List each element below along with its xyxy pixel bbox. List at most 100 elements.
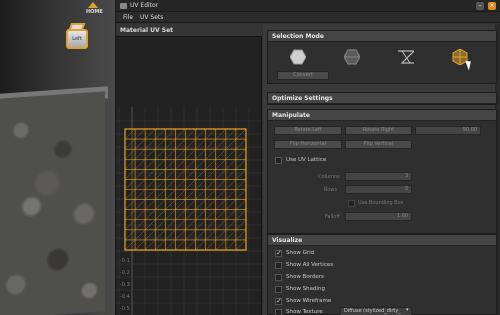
rows-label: Rows <box>324 187 338 193</box>
uv-axis-label: -0.5 <box>120 306 130 312</box>
show-shading-checkbox[interactable] <box>275 286 282 293</box>
texture-select[interactable]: Diffuse (stylized_dirty_ <box>340 307 412 315</box>
rows-field[interactable]: 3 <box>345 185 412 194</box>
uv-edge-diagonal <box>205 149 216 160</box>
uv-edge-diagonal <box>165 189 176 200</box>
uv-edge-diagonal <box>215 179 226 190</box>
title-bar[interactable]: UV Editor – × <box>116 0 500 12</box>
uv-edge-diagonal <box>155 199 166 210</box>
uv-axis-label: -0.1 <box>120 258 130 264</box>
columns-label: Columns <box>318 174 340 180</box>
uv-edge-diagonal <box>155 209 166 220</box>
rock-block-mesh <box>0 91 105 315</box>
navcube-left-face[interactable]: Left <box>66 29 88 49</box>
uv-edge-diagonal <box>215 189 226 200</box>
uv-axis-label: -0.3 <box>120 282 130 288</box>
uv-edge-diagonal <box>145 189 156 200</box>
visualize-header[interactable]: Visualize <box>268 235 496 246</box>
uv-edge-diagonal <box>165 229 176 241</box>
uv-edge-diagonal <box>124 169 136 180</box>
falloff-field[interactable]: 1.00 <box>345 212 412 221</box>
window-app-icon <box>120 3 127 9</box>
uv-axis-label: -0.4 <box>120 294 130 300</box>
uv-edge-diagonal <box>134 239 146 251</box>
uv-edge-diagonal <box>165 179 176 190</box>
uv-edge-diagonal <box>134 169 146 180</box>
show-grid-label: Show Grid <box>286 250 315 256</box>
uv-edge-diagonal <box>205 189 216 200</box>
3d-viewport[interactable]: Left HOME <box>0 0 115 315</box>
uv-grid-svg[interactable]: -0.1-0.2-0.3-0.4-0.5-0.6 <box>116 37 262 315</box>
uv-edge-diagonal <box>215 159 226 170</box>
uv-edge-diagonal <box>185 209 196 220</box>
minimize-icon[interactable]: – <box>476 2 484 10</box>
show-grid-checkbox[interactable] <box>275 249 282 257</box>
menu-file[interactable]: File <box>123 14 133 21</box>
uv-panel: Material UV Set -0.1-0.2-0.3-0.4-0.5-0.6 <box>116 24 262 315</box>
uv-edge-diagonal <box>165 209 176 220</box>
uv-edge-diagonal <box>205 159 216 170</box>
edge-mode-icon[interactable] <box>344 49 360 65</box>
rotate-left-button[interactable]: Rotate Left <box>274 126 342 135</box>
uv-edge-diagonal <box>155 149 166 160</box>
optimize-settings-section: Optimize Settings <box>267 92 497 105</box>
columns-field[interactable]: 3 <box>345 172 412 181</box>
use-lattice-checkbox[interactable] <box>275 157 282 164</box>
show-borders-label: Show Borders <box>286 274 324 280</box>
uv-edge-diagonal <box>185 199 196 210</box>
vertex-mode-icon[interactable] <box>290 49 306 65</box>
home-label[interactable]: HOME <box>86 9 103 15</box>
show-all-vertices-checkbox[interactable] <box>275 262 282 269</box>
show-wireframe-label: Show Wireframe <box>286 298 332 304</box>
close-icon[interactable]: × <box>488 2 496 10</box>
uv-edge-diagonal <box>165 149 176 160</box>
uv-edge-diagonal <box>225 138 237 150</box>
uv-axis-label: -0.2 <box>120 270 130 276</box>
window-title: UV Editor <box>130 2 159 9</box>
uv-edge-diagonal <box>145 149 156 160</box>
face-mode-icon[interactable] <box>398 49 414 65</box>
manipulate-header[interactable]: Manipulate <box>268 110 496 121</box>
uv-edge-diagonal <box>165 199 176 210</box>
uv-panel-header: Material UV Set <box>116 24 262 37</box>
visualize-section: Visualize Show Grid Show All Vertices Sh… <box>267 234 497 315</box>
uv-edge-diagonal <box>225 199 237 210</box>
uv-edge-diagonal <box>124 149 136 160</box>
uv-edge-diagonal <box>134 179 146 190</box>
selection-mode-header[interactable]: Selection Mode <box>268 31 496 42</box>
convert-button[interactable]: Convert <box>277 71 329 80</box>
uv-edge-diagonal <box>145 159 156 170</box>
uv-edge-diagonal <box>155 169 166 180</box>
uv-edge-diagonal <box>134 189 146 200</box>
uv-edge-diagonal <box>155 179 166 190</box>
uv-edge-diagonal <box>145 199 156 210</box>
uv-edge-diagonal <box>205 239 216 251</box>
uv-edge-diagonal <box>205 209 216 220</box>
rotate-angle-field[interactable]: 90.00 <box>415 126 481 135</box>
menu-uv-sets[interactable]: UV Sets <box>140 14 163 21</box>
show-texture-checkbox[interactable] <box>275 309 282 315</box>
rotate-right-button[interactable]: Rotate Right <box>345 126 412 135</box>
optimize-settings-header[interactable]: Optimize Settings <box>268 93 496 104</box>
uv-edge-diagonal <box>235 229 247 241</box>
uv-edge-diagonal <box>215 229 226 241</box>
uv-edge-diagonal <box>215 138 226 150</box>
flip-vertical-button[interactable]: Flip Vertical <box>345 140 412 149</box>
show-borders-checkbox[interactable] <box>275 274 282 281</box>
uv-edge-diagonal <box>134 159 146 170</box>
uv-edge-diagonal <box>145 138 156 150</box>
bounding-box-checkbox[interactable] <box>348 200 355 207</box>
home-icon[interactable] <box>88 2 98 8</box>
uv-edge-diagonal <box>124 189 136 200</box>
flip-horizontal-button[interactable]: Flip Horizontal <box>274 140 342 149</box>
show-wireframe-checkbox[interactable] <box>275 297 282 305</box>
uv-edge-diagonal <box>124 209 136 220</box>
uv-edge-diagonal <box>235 199 247 210</box>
uv-edge-diagonal <box>134 229 146 241</box>
navigation-cube[interactable]: Left <box>62 20 92 54</box>
uv-edge-diagonal <box>155 239 166 251</box>
uv-edge-diagonal <box>124 239 136 251</box>
uv-grid-canvas[interactable]: -0.1-0.2-0.3-0.4-0.5-0.6 <box>116 37 262 315</box>
chevron-down-icon[interactable]: ▾ <box>406 307 409 313</box>
show-shading-label: Show Shading <box>286 286 325 292</box>
